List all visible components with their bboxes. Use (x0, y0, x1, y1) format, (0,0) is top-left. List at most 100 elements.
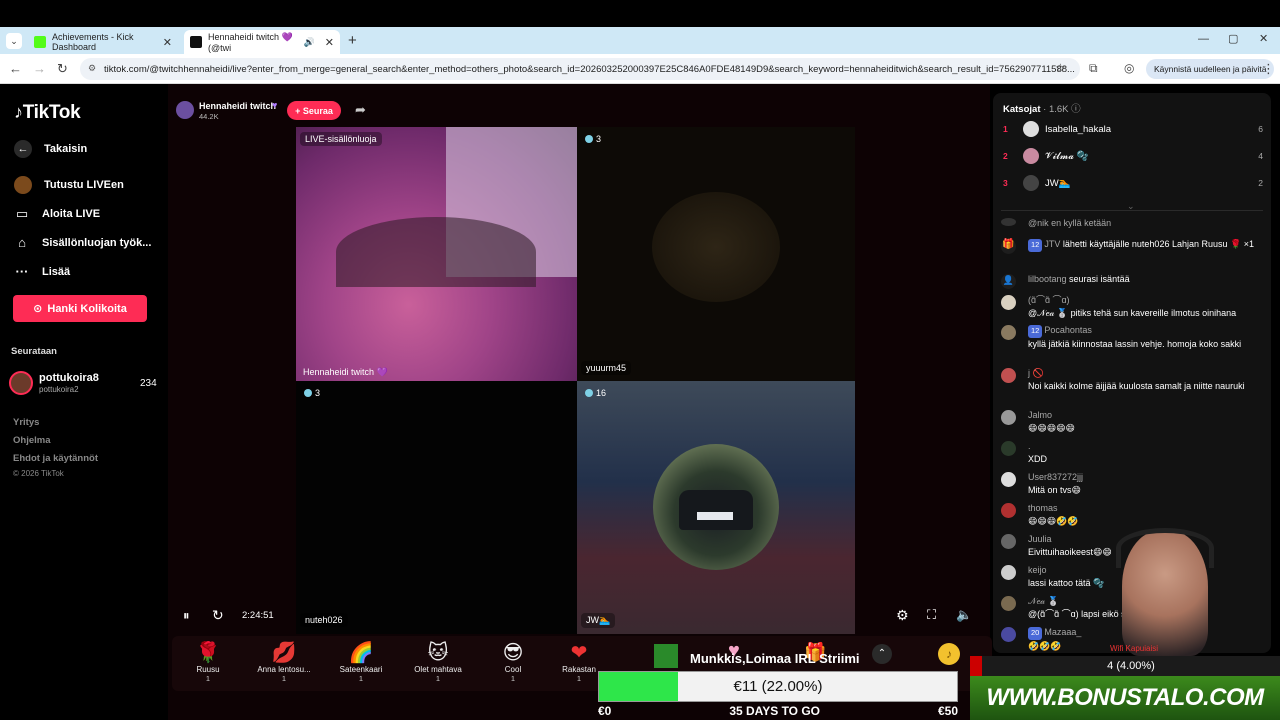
rose-icon: 🌹 (195, 642, 221, 664)
tiktok-logo[interactable]: ♪TikTok (14, 102, 81, 124)
speaker-icon[interactable]: 🔊 (304, 37, 315, 48)
gift-item[interactable]: 🌈 Sateenkaari 1 (326, 641, 396, 683)
profile-icon[interactable]: ◎ (1124, 61, 1134, 75)
chat-text: @nik en kyllä ketään (1028, 218, 1112, 228)
viewer-name: 𝓥𝓲𝓵𝓶𝓪 🫧 (1045, 150, 1089, 162)
volume-icon[interactable]: 🔈 (956, 607, 972, 623)
chat-user[interactable]: . (1028, 441, 1031, 451)
url-input[interactable]: ⚙ tiktok.com/@twitchhennaheidi/live?ente… (80, 58, 1080, 80)
video-tile-3[interactable]: 3 nuteh026 (296, 381, 577, 634)
tab-search-icon[interactable]: ⌄ (6, 33, 22, 49)
tab-kick-dashboard[interactable]: Achievements - Kick Dashboard ✕ (28, 30, 178, 54)
chat-user[interactable]: keijo (1028, 565, 1047, 575)
video-tile-host[interactable]: LIVE-sisällönluoja Hennaheidi twitch 💜 (296, 127, 577, 381)
follow-button[interactable]: + Seuraa (287, 101, 341, 120)
top-viewer-row[interactable]: 3 JW🏊 2 (1003, 175, 1263, 191)
chat-user[interactable]: User837272jjj (1028, 472, 1083, 482)
fullscreen-icon[interactable]: ⛶ (927, 607, 936, 623)
car-shape (679, 490, 753, 530)
avatar (1001, 325, 1016, 340)
new-tab-icon[interactable]: + (348, 32, 357, 49)
restart-update-button[interactable]: Käynnistä uudelleen ja päivitä (1146, 59, 1275, 79)
user-follow-icon: 👤 (1001, 274, 1016, 289)
chat-user[interactable]: Mazaaa_ (1044, 627, 1081, 637)
back-icon[interactable]: ← (9, 61, 22, 76)
chat-user[interactable]: (ɑ̃⌒ɑ̃ ⌒ɑ) (1028, 295, 1070, 305)
reload-icon[interactable]: ↻ (57, 61, 68, 77)
gift-item[interactable]: 😎 Cool 1 (478, 641, 548, 683)
settings-gear-icon[interactable]: ⚙ (896, 607, 909, 624)
forward-icon[interactable]: → (33, 61, 46, 76)
chat-user[interactable]: Juulia (1028, 534, 1052, 544)
close-tab-icon[interactable]: ✕ (163, 36, 172, 49)
viewers-header: Katsojat · 1.6K ⓘ (1003, 104, 1081, 115)
sidebar-item-creator-tools[interactable]: ⌂ Sisällönluojan työk... (14, 235, 151, 250)
avatar (1001, 503, 1016, 518)
footer-link-terms[interactable]: Ehdot ja käytännöt (13, 453, 98, 464)
copyright: © 2026 TikTok (13, 469, 64, 478)
footer-link-program[interactable]: Ohjelma (13, 435, 51, 446)
site-info-icon[interactable]: ⚙ (88, 63, 96, 74)
extensions-icon[interactable]: ⧉ (1089, 61, 1098, 76)
chat-user[interactable]: JTV (1044, 239, 1060, 249)
tile-name: nuteh026 (300, 613, 348, 627)
info-icon[interactable]: ⓘ (1071, 104, 1081, 115)
tile-name: Hennaheidi twitch 💜 (303, 367, 388, 377)
chat-text: kyllä jätkiä kiinnostaa lassin vehje. ho… (1028, 338, 1242, 349)
share-icon[interactable]: ➦ (355, 102, 366, 118)
chat-user[interactable]: j 🚫 (1028, 368, 1044, 378)
chat-message: j 🚫 Noi kaikki kolme äijjää kuulosta sama… (1001, 367, 1263, 392)
gift-item[interactable]: 💋 Anna lentosu... 1 (249, 641, 319, 683)
footer-link-company[interactable]: Yritys (13, 417, 39, 428)
viewer-rank: 1 (1003, 124, 1008, 134)
video-tile-4[interactable]: 16 JW🏊 (577, 381, 855, 634)
sub-goal-percent: 4 (4.00%) (982, 656, 1280, 676)
bookmark-star-icon[interactable]: ☆ (1055, 61, 1066, 75)
chat-user[interactable]: 𝒩𝑒𝒶 🥈 (1028, 596, 1059, 606)
sidebar-item-more[interactable]: ··· Lisää (14, 264, 71, 279)
live-explore-icon (14, 176, 32, 194)
top-viewer-row[interactable]: 2 𝓥𝓲𝓵𝓶𝓪 🫧 4 (1003, 148, 1263, 164)
following-handle: pottukoira2 (39, 385, 79, 394)
replay-icon[interactable]: ↻ (212, 607, 224, 624)
browser-menu-icon[interactable]: ⋮ (1262, 61, 1275, 77)
tab-tiktok-live[interactable]: Hennaheidi twitch 💜 (@twi 🔊 ✕ (184, 30, 340, 54)
level-badge: 20 (1028, 627, 1043, 640)
avatar (1001, 441, 1016, 456)
following-item[interactable]: pottukoira8 pottukoira2 234 (9, 369, 159, 397)
maximize-icon[interactable]: ▢ (1228, 32, 1238, 45)
gift-cost: 1 (281, 674, 287, 683)
host-name[interactable]: Hennaheidi twitch (199, 101, 276, 111)
sidebar-item-start-live[interactable]: ▭ Aloita LIVE (14, 206, 100, 222)
avatar (1001, 368, 1016, 383)
goal-title: Munkkis,Loimaa IRL Striimi (690, 651, 860, 666)
back-nav-item[interactable]: ← Takaisin (14, 140, 87, 158)
sidebar-item-explore-live[interactable]: Tutustu LIVEen (14, 176, 124, 194)
creator-tools-icon: ⌂ (18, 235, 26, 250)
chat-user[interactable]: Pocahontas (1044, 325, 1092, 335)
host-avatar[interactable] (176, 101, 194, 119)
gift-item[interactable]: 🐱 Olet mahtava 1 (403, 641, 473, 683)
close-window-icon[interactable]: ✕ (1259, 32, 1268, 45)
gift-cost: 1 (358, 674, 364, 683)
get-coins-button[interactable]: ⊙ Hanki Kolikoita (13, 295, 147, 322)
video-tile-2[interactable]: 3 yuuurm45 (577, 127, 855, 381)
gift-item[interactable]: 🌹 Ruusu 1 (173, 641, 243, 683)
chat-message: 👤 lilbootang seurasi isäntää (1001, 273, 1263, 289)
viewer-count: 3 (315, 388, 321, 398)
cat-ears-shape (336, 217, 536, 287)
avatar (1001, 218, 1016, 226)
pause-icon[interactable]: ⏸ (183, 608, 190, 624)
minimize-icon[interactable]: — (1198, 33, 1209, 45)
avatar (1001, 295, 1016, 310)
top-viewer-row[interactable]: 1 Isabella_hakala 6 (1003, 121, 1263, 137)
chat-text: Noi kaikki kolme äijjää kuulosta samalt … (1028, 380, 1245, 391)
chat-text: lähetti käyttäjälle nuteh026 Lahjan Ruus… (1062, 239, 1254, 249)
chat-user[interactable]: lilbootang (1028, 274, 1067, 284)
back-label: Takaisin (44, 143, 88, 155)
chat-message: 12 Pocahontas kyllä jätkiä kiinnostaa lass… (1001, 324, 1263, 350)
close-tab-icon[interactable]: ✕ (325, 36, 334, 49)
following-title: Seurataan (11, 346, 57, 357)
chat-user[interactable]: Jalmo (1028, 410, 1052, 420)
chat-user[interactable]: thomas (1028, 503, 1058, 513)
